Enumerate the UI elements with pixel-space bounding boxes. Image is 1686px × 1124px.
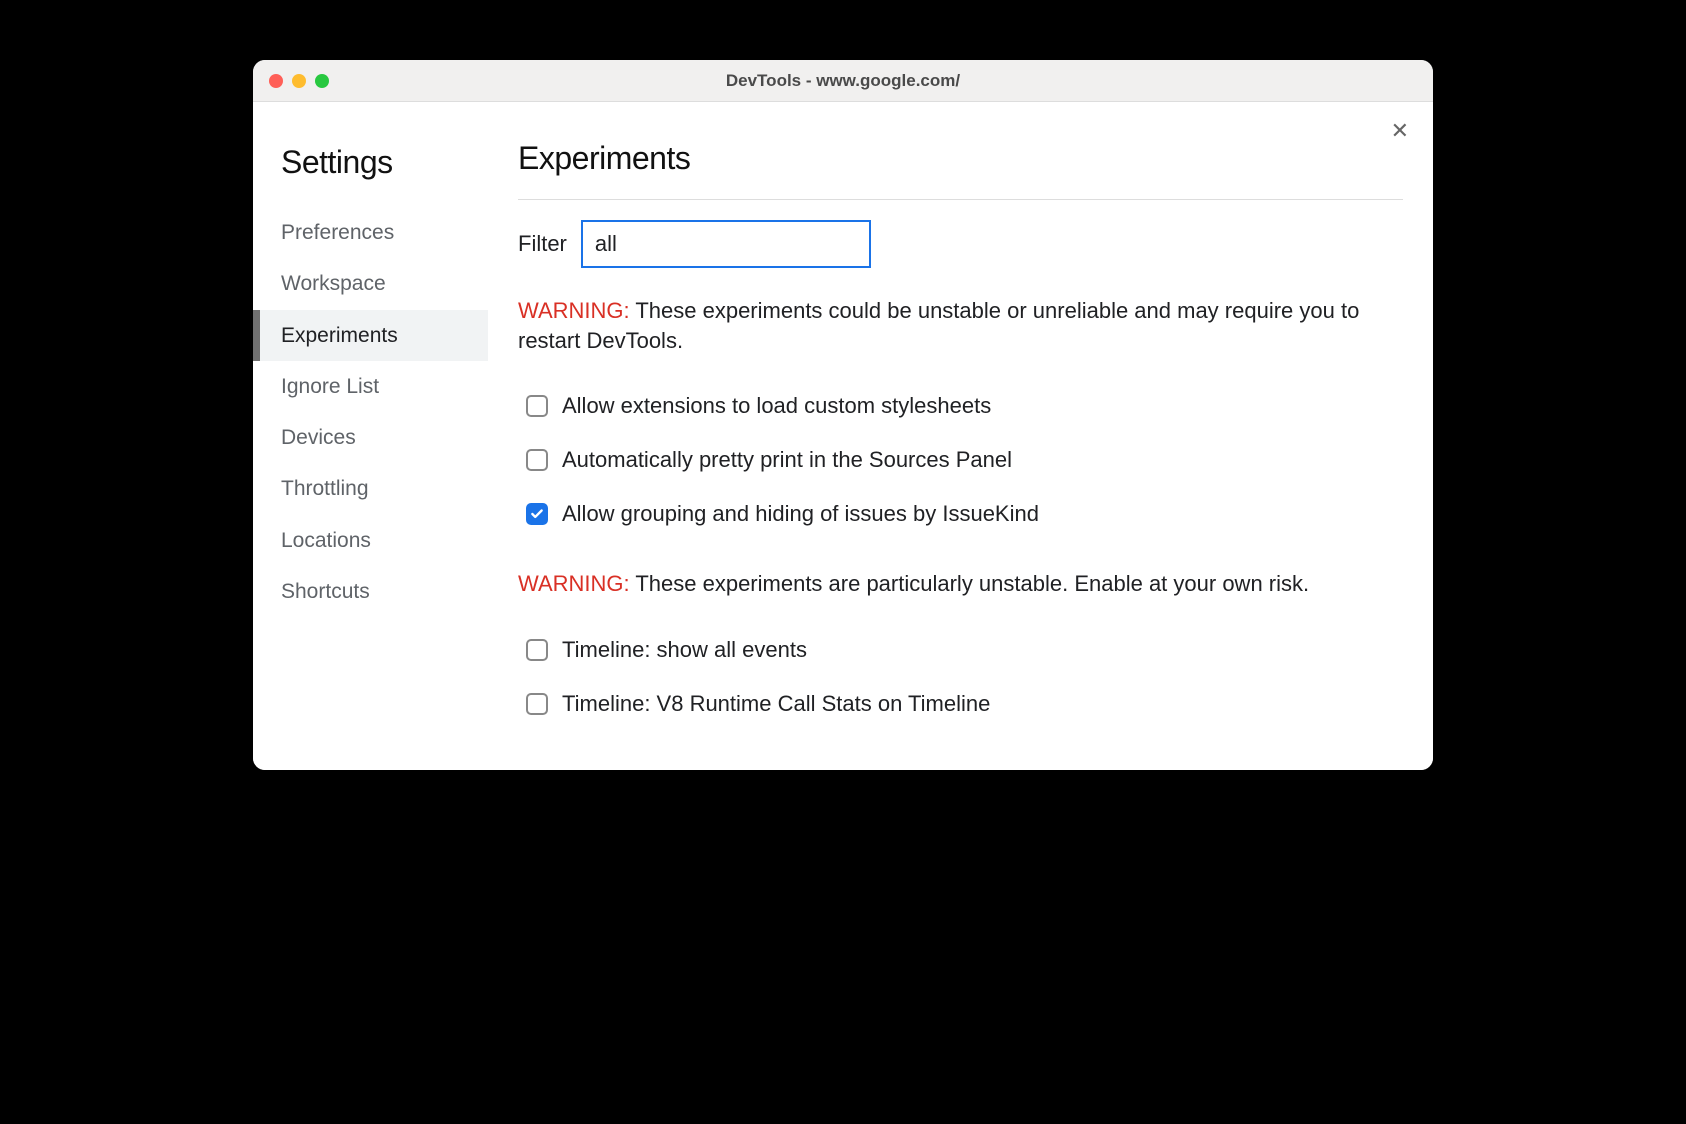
filter-label: Filter [518, 231, 567, 257]
minimize-window-icon[interactable] [292, 74, 306, 88]
experiment-label: Timeline: V8 Runtime Call Stats on Timel… [562, 691, 990, 717]
experiment-row: Timeline: show all events [518, 623, 1403, 677]
warning-primary: WARNING: These experiments could be unst… [518, 296, 1403, 355]
warning-text: These experiments are particularly unsta… [630, 571, 1310, 596]
sidebar-item-experiments[interactable]: Experiments [253, 310, 488, 361]
main-panel: Experiments Filter WARNING: These experi… [488, 102, 1433, 770]
devtools-window: DevTools - www.google.com/ ✕ Settings Pr… [253, 60, 1433, 770]
sidebar-item-workspace[interactable]: Workspace [253, 258, 488, 309]
experiment-checkbox[interactable] [526, 395, 548, 417]
settings-sidebar: Settings Preferences Workspace Experimen… [253, 102, 488, 770]
sidebar-item-devices[interactable]: Devices [253, 412, 488, 463]
experiment-checkbox[interactable] [526, 639, 548, 661]
experiment-label: Automatically pretty print in the Source… [562, 447, 1012, 473]
sidebar-item-shortcuts[interactable]: Shortcuts [253, 566, 488, 617]
experiment-checkbox[interactable] [526, 449, 548, 471]
heading-divider [518, 199, 1403, 200]
close-window-icon[interactable] [269, 74, 283, 88]
warning-prefix: WARNING: [518, 298, 630, 323]
sidebar-item-ignore-list[interactable]: Ignore List [253, 361, 488, 412]
sidebar-item-preferences[interactable]: Preferences [253, 207, 488, 258]
warning-text: These experiments could be unstable or u… [518, 298, 1359, 353]
page-heading: Experiments [518, 140, 1403, 177]
experiment-checkbox[interactable] [526, 503, 548, 525]
warning-unstable: WARNING: These experiments are particula… [518, 569, 1403, 599]
experiment-checkbox[interactable] [526, 693, 548, 715]
experiment-row: Allow extensions to load custom styleshe… [518, 379, 1403, 433]
filter-input[interactable] [581, 220, 871, 268]
titlebar: DevTools - www.google.com/ [253, 60, 1433, 102]
body-area: ✕ Settings Preferences Workspace Experim… [253, 102, 1433, 770]
sidebar-item-locations[interactable]: Locations [253, 515, 488, 566]
filter-row: Filter [518, 220, 1403, 268]
maximize-window-icon[interactable] [315, 74, 329, 88]
experiment-label: Allow grouping and hiding of issues by I… [562, 501, 1039, 527]
sidebar-title: Settings [253, 144, 488, 181]
experiment-label: Timeline: show all events [562, 637, 807, 663]
experiment-row: Allow grouping and hiding of issues by I… [518, 487, 1403, 541]
warning-prefix: WARNING: [518, 571, 630, 596]
experiment-row: Timeline: V8 Runtime Call Stats on Timel… [518, 677, 1403, 731]
window-title: DevTools - www.google.com/ [726, 71, 960, 91]
experiment-label: Allow extensions to load custom styleshe… [562, 393, 991, 419]
experiment-row: Automatically pretty print in the Source… [518, 433, 1403, 487]
check-icon [530, 507, 544, 521]
close-panel-button[interactable]: ✕ [1391, 120, 1409, 142]
traffic-lights [253, 74, 329, 88]
sidebar-item-throttling[interactable]: Throttling [253, 463, 488, 514]
